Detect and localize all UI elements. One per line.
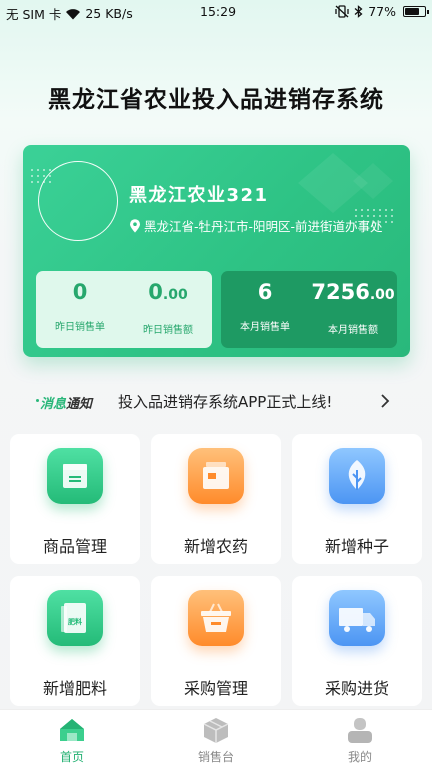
stat-value: 0	[72, 280, 88, 304]
stat-label: 本月销售单	[240, 322, 290, 333]
nav-label: 首页	[59, 750, 84, 764]
stat-value: 0.00	[124, 280, 212, 307]
wifi-icon	[66, 8, 81, 19]
sales-cube-icon	[203, 718, 229, 743]
daily-stats: 0 昨日销售单 0.00 昨日销售额	[36, 271, 212, 348]
notice-tag-prefix: 消息	[40, 397, 67, 412]
org-name: 黑龙江农业321	[129, 185, 269, 206]
status-time: 15:29	[200, 4, 237, 19]
network-speed: 25 KB/s	[85, 6, 133, 21]
stat-label: 昨日销售单	[55, 322, 105, 333]
bottom-nav: 首页 销售台 我的	[0, 709, 432, 768]
delivery-truck-icon	[329, 590, 385, 646]
fertilizer-bag-icon: 肥料	[47, 590, 103, 646]
stat-value-int: 7256	[311, 280, 370, 304]
home-icon	[60, 719, 84, 741]
avatar[interactable]	[38, 161, 118, 241]
decorative-diamonds	[298, 153, 393, 213]
org-address: 黑龙江省-牡丹江市-阳明区-前进街道办事处	[129, 216, 383, 235]
notice-tag: 消息通知	[34, 393, 92, 412]
tile-label: 新增农药	[183, 537, 248, 556]
tile-add-seed[interactable]: 新增种子	[292, 434, 422, 564]
battery-icon	[403, 6, 429, 17]
user-profile-icon	[348, 718, 372, 743]
seed-leaf-icon	[329, 448, 385, 504]
nav-home[interactable]: 首页	[32, 710, 112, 768]
stat-yesterday-amount[interactable]: 0.00 昨日销售额	[124, 280, 212, 336]
stat-value-decimals: .00	[162, 287, 188, 303]
vibrate-icon	[335, 5, 349, 18]
status-right: 77%	[335, 4, 429, 19]
stat-value: 7256.00	[309, 280, 397, 307]
status-bar: 无 SIM 卡 25 KB/s 15:29 77%	[0, 0, 432, 24]
monthly-stats: 6 本月销售单 7256.00 本月销售额	[221, 271, 397, 348]
tile-label: 新增肥料	[42, 679, 107, 698]
stat-month-amount[interactable]: 7256.00 本月销售额	[309, 280, 397, 336]
stat-label: 本月销售额	[328, 325, 378, 336]
tile-purchase-stock[interactable]: 采购进货	[292, 576, 422, 706]
nav-sales-desk[interactable]: 销售台	[176, 710, 256, 768]
tile-label: 商品管理	[42, 537, 107, 556]
pesticide-icon	[188, 448, 244, 504]
address-text: 黑龙江省-牡丹江市-阳明区-前进街道办事处	[144, 219, 383, 234]
profile-card: 黑龙江农业321 黑龙江省-牡丹江市-阳明区-前进街道办事处 0 昨日销售单 0…	[23, 145, 410, 357]
tile-product-management[interactable]: 商品管理	[10, 434, 140, 564]
notice-tag-suffix: 通知	[66, 397, 93, 412]
stat-value-decimals: .00	[369, 287, 395, 303]
sim-status: 无 SIM 卡	[6, 7, 62, 22]
tile-add-fertilizer[interactable]: 肥料 新增肥料	[10, 576, 140, 706]
tile-add-pesticide[interactable]: 新增农药	[151, 434, 281, 564]
notice-text[interactable]: 投入品进销存系统APP正式上线!	[118, 391, 332, 412]
page-title: 黑龙江省农业投入品进销存系统	[48, 87, 384, 113]
battery-level	[405, 8, 419, 15]
notice-bar[interactable]: 消息通知 投入品进销存系统APP正式上线!	[0, 385, 432, 415]
status-left: 无 SIM 卡 25 KB/s	[6, 4, 133, 23]
bluetooth-icon	[354, 5, 363, 18]
nav-mine[interactable]: 我的	[320, 710, 400, 768]
nav-label: 我的	[347, 750, 372, 764]
product-box-icon	[47, 448, 103, 504]
fertilizer-bag-text: 肥料	[68, 618, 82, 626]
stat-value-int: 0	[148, 280, 163, 304]
stat-value: 6	[257, 280, 273, 304]
tile-label: 新增种子	[324, 537, 389, 556]
stat-month-orders[interactable]: 6 本月销售单	[221, 280, 309, 333]
tile-label: 采购进货	[324, 679, 389, 698]
basket-icon	[188, 590, 244, 646]
tile-purchase-management[interactable]: 采购管理	[151, 576, 281, 706]
stat-yesterday-orders[interactable]: 0 昨日销售单	[36, 280, 124, 333]
chevron-right-icon[interactable]	[380, 393, 390, 409]
tile-label: 采购管理	[183, 679, 248, 698]
battery-percent: 77%	[368, 4, 396, 19]
nav-label: 销售台	[197, 750, 234, 764]
location-pin-icon	[130, 218, 140, 232]
stat-label: 昨日销售额	[143, 325, 193, 336]
